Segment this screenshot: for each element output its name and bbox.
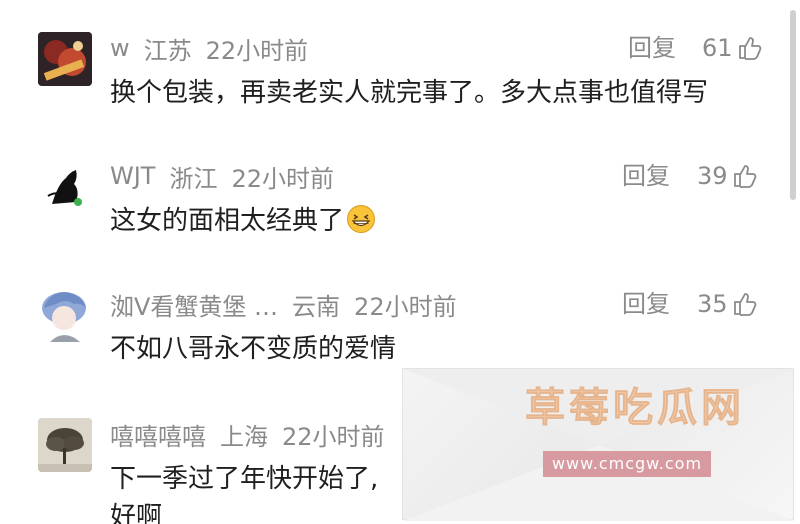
like-button[interactable]: 39 bbox=[697, 158, 758, 194]
scrollbar[interactable] bbox=[790, 10, 796, 200]
watermark-url: www.cmcgw.com bbox=[543, 451, 711, 477]
avatar[interactable] bbox=[38, 32, 92, 86]
comment-text: 换个包装，再卖老实人就完事了。多大点事也值得写 bbox=[110, 78, 709, 108]
location: 上海 bbox=[220, 422, 268, 451]
thumbs-up-icon bbox=[733, 165, 756, 188]
timestamp: 22小时前 bbox=[231, 164, 335, 193]
reply-button[interactable]: 回复 bbox=[622, 286, 670, 322]
like-button[interactable]: 35 bbox=[697, 286, 758, 322]
comment-meta: w 江苏 22小时前 bbox=[110, 30, 308, 66]
comment-meta: 洳V看蟹黄堡 … 云南 22小时前 bbox=[110, 286, 457, 322]
comment-text-line: 下一季过了年快开始了, bbox=[110, 464, 379, 494]
avatar[interactable] bbox=[38, 418, 92, 472]
comment-body: 下一季过了年快开始了, 好啊 bbox=[110, 460, 378, 524]
location: 浙江 bbox=[169, 164, 218, 193]
username[interactable]: 嘻嘻嘻嘻 bbox=[110, 417, 206, 452]
avatar[interactable] bbox=[38, 288, 92, 342]
like-button[interactable]: 61 bbox=[702, 30, 763, 66]
comment-text-line: 好啊 bbox=[110, 502, 163, 524]
timestamp: 22小时前 bbox=[282, 422, 385, 451]
like-count: 35 bbox=[697, 290, 728, 318]
grinning-face-emoji bbox=[347, 205, 376, 233]
comment-meta: WJT 浙江 22小时前 bbox=[110, 158, 334, 194]
comment-list: w 江苏 22小时前 回复 61 换个包装，再卖老实人就完事了。多大点事也值得写… bbox=[0, 0, 800, 524]
watermark-overlay: 草莓吃瓜网 www.cmcgw.com bbox=[402, 368, 795, 521]
username[interactable]: WJT bbox=[110, 162, 155, 190]
timestamp: 22小时前 bbox=[354, 292, 457, 321]
location: 江苏 bbox=[143, 36, 192, 65]
reply-button[interactable]: 回复 bbox=[628, 30, 676, 66]
like-count: 39 bbox=[697, 162, 728, 190]
watermark-title: 草莓吃瓜网 bbox=[525, 385, 745, 431]
username[interactable]: 洳V看蟹黄堡 … bbox=[110, 287, 278, 322]
reply-button[interactable]: 回复 bbox=[622, 158, 670, 194]
location: 云南 bbox=[292, 292, 341, 321]
timestamp: 22小时前 bbox=[205, 36, 309, 65]
username[interactable]: w bbox=[110, 34, 130, 62]
like-count: 61 bbox=[702, 34, 733, 62]
comment-meta: 嘻嘻嘻嘻 上海 22小时前 bbox=[110, 416, 385, 452]
watermark-graphic: 草莓吃瓜网 bbox=[403, 369, 795, 521]
comment-body: 这女的面相太经典了 bbox=[110, 202, 376, 240]
comment-text: 这女的面相太经典了 bbox=[110, 206, 345, 236]
thumbs-up-icon bbox=[738, 37, 761, 60]
comment-text: 不如八哥永不变质的爱情 bbox=[110, 334, 397, 364]
avatar[interactable] bbox=[38, 160, 92, 214]
thumbs-up-icon bbox=[733, 293, 756, 316]
